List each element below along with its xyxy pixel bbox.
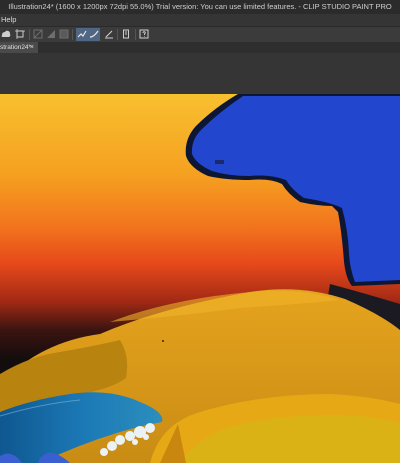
device-icon[interactable]	[121, 29, 131, 39]
canvas-workspace-area	[0, 53, 400, 94]
help-icon[interactable]	[139, 29, 149, 39]
correct-line-icon[interactable]	[77, 29, 87, 39]
window-title: Illustration24* (1600 x 1200px 72dpi 55.…	[0, 0, 400, 14]
smooth-line-icon[interactable]	[89, 29, 99, 39]
close-tab-icon[interactable]: ×	[30, 42, 34, 53]
menu-bar: Help	[0, 14, 400, 26]
fill-icon[interactable]	[46, 29, 56, 39]
pen-settings-icon[interactable]	[104, 29, 114, 39]
document-tab-label: stration24*	[0, 44, 32, 51]
sand-speck	[162, 340, 164, 342]
document-tab-bar: stration24* ×	[0, 42, 400, 53]
command-bar	[0, 26, 400, 43]
blue-shape-mark	[215, 160, 224, 164]
deselect-icon[interactable]	[33, 29, 43, 39]
transform-icon[interactable]	[15, 29, 25, 39]
document-tab[interactable]: stration24* ×	[0, 42, 38, 53]
drawing-canvas[interactable]	[0, 94, 400, 463]
stroke-icon[interactable]	[59, 29, 69, 39]
cloud-save-icon[interactable]	[1, 29, 11, 39]
menu-item-help[interactable]: Help	[0, 15, 16, 24]
